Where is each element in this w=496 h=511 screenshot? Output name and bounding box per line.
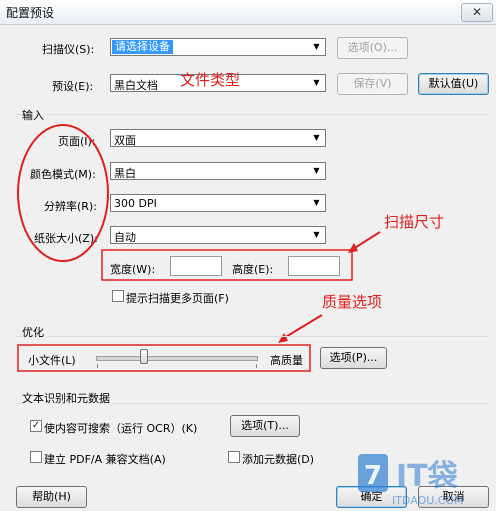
metadata-label: 添加元数据(D) bbox=[242, 453, 315, 466]
slider-tick bbox=[256, 364, 257, 368]
metadata-checkbox[interactable] bbox=[228, 451, 240, 463]
ocr-options-button[interactable]: 选项(T)... bbox=[230, 415, 300, 437]
prompt-more-pages-label: 提示扫描更多页面(F) bbox=[126, 292, 229, 305]
height-field[interactable] bbox=[288, 256, 340, 276]
searchable-label: 使内容可搜索（运行 OCR）(K) bbox=[44, 422, 198, 435]
checkmark-icon: ✓ bbox=[31, 420, 41, 431]
pdfa-label: 建立 PDF/A 兼容文档(A) bbox=[44, 453, 166, 466]
high-quality-label: 高质量 bbox=[270, 354, 303, 367]
quality-arrow-head bbox=[278, 333, 288, 343]
watermark-brand-text: IT袋 bbox=[396, 459, 458, 494]
slider-tick bbox=[97, 364, 98, 368]
optimize-group-border bbox=[16, 336, 488, 337]
watermark-url-text: ITDAOU.COM bbox=[392, 494, 464, 507]
height-label: 高度(E): bbox=[232, 263, 274, 276]
small-file-label: 小文件(L) bbox=[28, 354, 76, 367]
quality-arrow-line bbox=[283, 314, 323, 339]
annotation-scan-size: 扫描尺寸 bbox=[384, 213, 445, 231]
annotation-quality: 质量选项 bbox=[322, 293, 383, 311]
ocr-group-title: 文本识别和元数据 bbox=[22, 390, 113, 406]
width-field[interactable] bbox=[170, 256, 222, 276]
optimize-options-button[interactable]: 选项(P)... bbox=[320, 347, 387, 369]
searchable-checkbox[interactable]: ✓ bbox=[30, 420, 42, 432]
scan-size-arrow-head bbox=[348, 243, 358, 253]
optimize-group-title: 优化 bbox=[22, 324, 47, 340]
prompt-more-pages-checkbox[interactable] bbox=[112, 290, 124, 302]
quality-slider-track[interactable] bbox=[96, 356, 258, 361]
pdfa-checkbox[interactable] bbox=[30, 451, 42, 463]
quality-slider-thumb[interactable] bbox=[140, 349, 148, 364]
labels-highlight-ellipse bbox=[17, 124, 109, 262]
svg-text:7: 7 bbox=[364, 461, 382, 491]
width-label: 宽度(W): bbox=[110, 263, 156, 276]
scan-size-arrow-line bbox=[352, 231, 381, 250]
watermark-logo: 7 IT袋 ITDAOU.COM bbox=[358, 454, 464, 507]
help-button[interactable]: 帮助(H) bbox=[16, 486, 87, 508]
